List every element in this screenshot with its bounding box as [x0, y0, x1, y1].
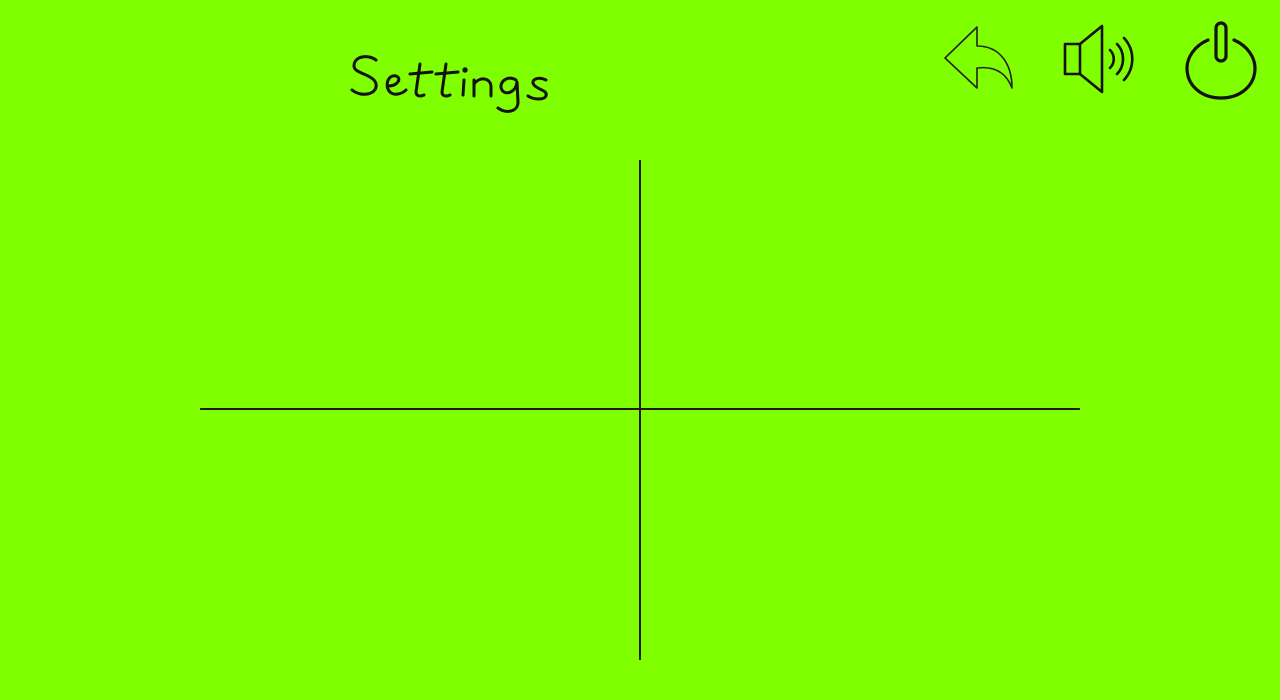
horizontal-divider [200, 408, 1080, 410]
vertical-divider [639, 160, 641, 660]
power-icon [1185, 21, 1257, 100]
handwritten-title-text [350, 55, 548, 113]
power-button[interactable] [1184, 20, 1258, 100]
back-arrow-icon [944, 26, 1013, 89]
page-title: Settings [350, 40, 590, 120]
page-title-text: Settings [350, 120, 351, 121]
sound-toggle-button[interactable] [1062, 22, 1140, 96]
speaker-icon [1063, 24, 1134, 94]
back-button[interactable] [942, 24, 1014, 92]
